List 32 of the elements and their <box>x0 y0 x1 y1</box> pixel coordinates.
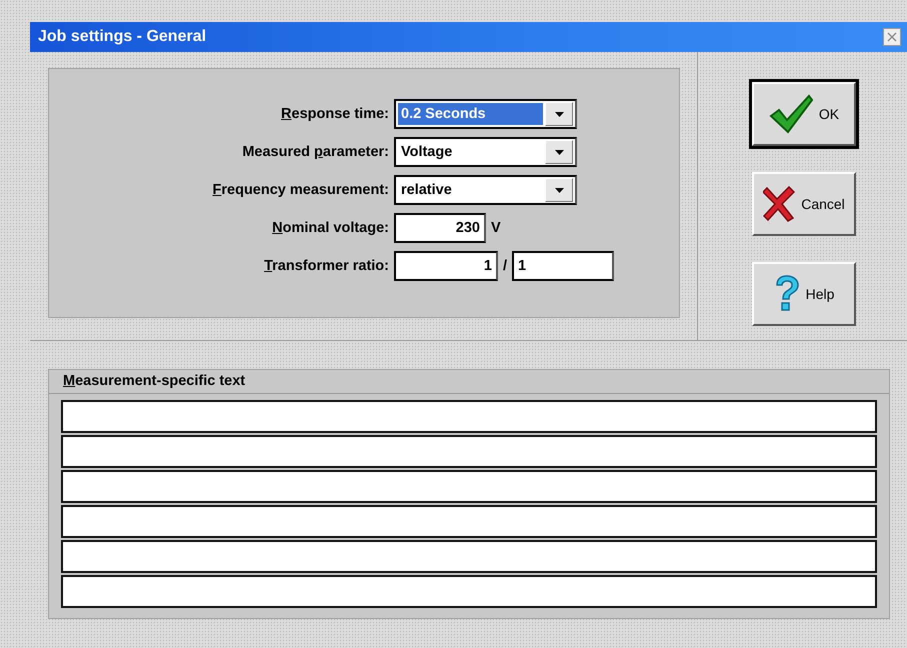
ok-button[interactable]: OK <box>752 82 856 146</box>
field-label: Measured parameter: <box>241 144 389 160</box>
dropdown-arrow-icon <box>554 188 564 192</box>
input-field[interactable]: 1 <box>512 251 614 281</box>
cancel-button[interactable]: Cancel <box>752 172 856 236</box>
text-line-field[interactable] <box>61 575 877 608</box>
question-mark-icon <box>774 275 800 313</box>
text-line-field[interactable] <box>61 505 877 538</box>
help-button[interactable]: Help <box>752 262 856 326</box>
close-button[interactable] <box>883 28 901 46</box>
field-label: Transformer ratio: <box>263 258 389 274</box>
dropdown-arrow-icon <box>554 112 564 116</box>
unit-label: V <box>491 220 501 236</box>
dropdown[interactable]: 0.2 Seconds <box>394 99 577 129</box>
window-title: Job settings - General <box>38 28 206 46</box>
input-field[interactable]: 230 <box>394 213 486 243</box>
field-label: Response time: <box>280 106 389 122</box>
ratio-separator: / <box>503 258 508 274</box>
field-label: Frequency measurement: <box>212 182 389 198</box>
text-line-field[interactable] <box>61 435 877 468</box>
text-line-field[interactable] <box>61 540 877 573</box>
text-line-field[interactable] <box>61 470 877 503</box>
text-line-field[interactable] <box>61 400 877 433</box>
cross-icon <box>763 186 796 222</box>
close-icon <box>887 32 897 42</box>
input-field[interactable]: 1 <box>394 251 498 281</box>
dropdown[interactable]: Voltage <box>394 137 577 167</box>
dropdown-arrow-icon <box>554 150 564 154</box>
section-title: Measurement-specific text <box>49 370 889 394</box>
dropdown[interactable]: relative <box>394 175 577 205</box>
checkmark-icon <box>768 94 813 134</box>
field-label: Nominal voltage: <box>271 220 389 236</box>
